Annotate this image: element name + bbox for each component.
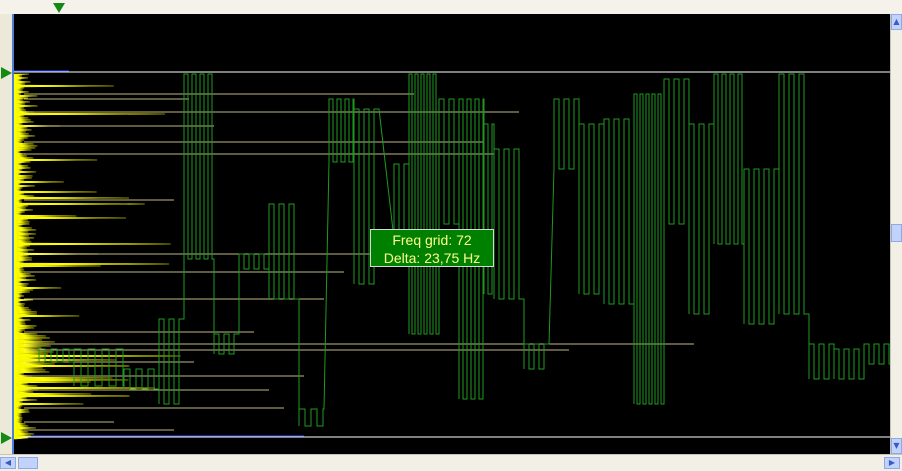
scroll-up-icon[interactable]: ▲	[891, 14, 902, 30]
scroll-left-icon[interactable]: ◀	[0, 457, 16, 469]
freq-grid-text: Freq grid: 72	[392, 232, 472, 248]
scroll-down-icon[interactable]: ▼	[891, 438, 902, 454]
upper-marker-icon[interactable]	[1, 67, 12, 79]
delta-text: Delta: 23,75 Hz	[383, 250, 481, 266]
waveform-display[interactable]: Freq grid: 72 Delta: 23,75 Hz	[14, 14, 890, 454]
left-ruler	[0, 14, 14, 454]
top-ruler	[0, 0, 902, 15]
spectrum-trace	[14, 73, 181, 440]
vertical-scrollbar[interactable]: ▲ ▼	[890, 14, 902, 454]
horizontal-scrollbar[interactable]: ◀ ▶	[0, 454, 902, 471]
scroll-right-icon[interactable]: ▶	[884, 457, 900, 469]
lower-marker-icon[interactable]	[1, 432, 12, 444]
top-marker-icon[interactable]	[53, 3, 65, 13]
horizontal-scroll-thumb[interactable]	[18, 457, 38, 469]
freq-tooltip: Freq grid: 72 Delta: 23,75 Hz	[370, 229, 494, 267]
vertical-scroll-thumb[interactable]	[891, 224, 902, 242]
